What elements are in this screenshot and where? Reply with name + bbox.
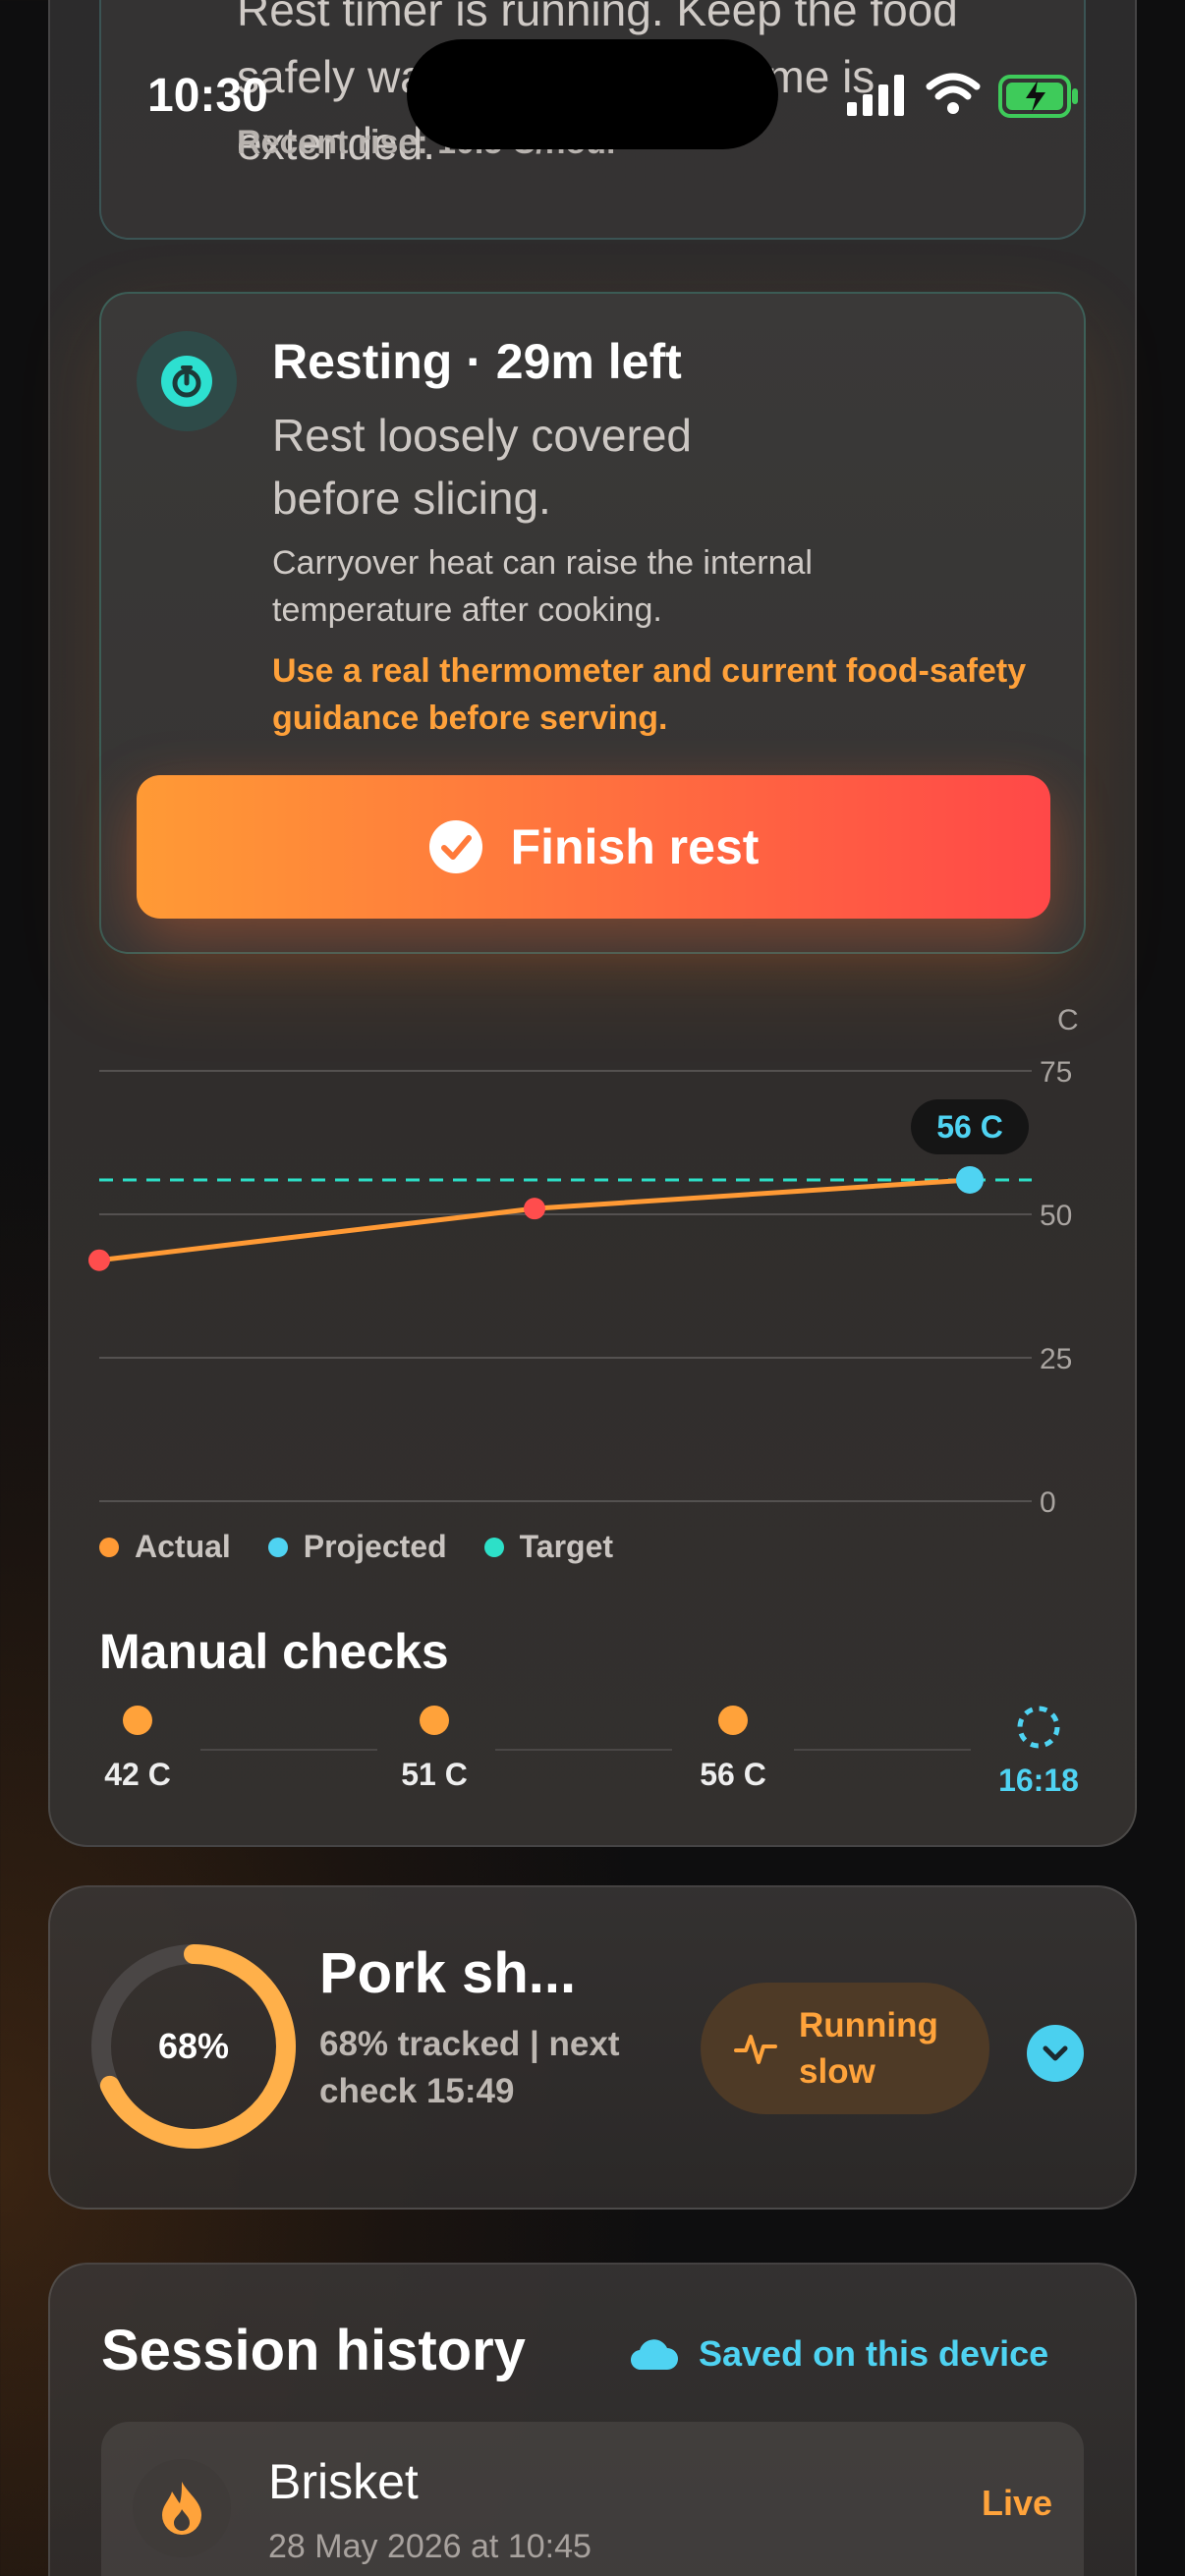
legend-target: Target <box>483 1529 613 1565</box>
safety-warning: Use a real thermometer and current food-… <box>272 652 1027 737</box>
flame-icon <box>133 2459 231 2557</box>
y-tick-label: 75 <box>1040 1056 1072 1089</box>
rest-subtitle: Rest loosely covered before slicing. <box>272 410 692 524</box>
check-value: 51 C <box>401 1757 468 1792</box>
check-item-1[interactable]: 42 C <box>79 1706 197 1793</box>
history-row[interactable]: Brisket 28 May 2026 at 10:45 Live <box>101 2422 1084 2576</box>
resting-panel: Resting · 29m left Rest loosely covered … <box>99 292 1086 954</box>
status-text: Running slow <box>799 2006 938 2091</box>
y-axis-label: C <box>1057 1004 1079 1036</box>
progress-label: 68% <box>157 2026 230 2066</box>
rest-title: Resting · 29m left <box>272 334 682 389</box>
check-connector <box>495 1749 672 1751</box>
projected-label: 56 C <box>936 1109 1003 1145</box>
timer-icon <box>137 331 237 431</box>
saved-indicator: Saved on this device <box>628 2333 1048 2375</box>
pulse-icon <box>734 2035 777 2064</box>
check-connector <box>200 1749 377 1751</box>
session-history-title: Session history <box>101 2319 526 2382</box>
projected-point <box>956 1165 984 1194</box>
y-tick-label: 50 <box>1040 1200 1072 1232</box>
next-check-time: 16:18 <box>998 1763 1079 1798</box>
history-status: Live <box>981 2483 1052 2523</box>
actual-point <box>524 1198 545 1220</box>
cook-subtitle: 68% tracked | next check 15:49 <box>319 2025 620 2110</box>
history-date: 28 May 2026 at 10:45 <box>268 2528 592 2565</box>
check-value: 56 C <box>700 1757 766 1792</box>
cook-title: Pork sh... <box>319 1941 577 2005</box>
rest-note: Carryover heat can raise the internal te… <box>272 544 813 629</box>
check-item-3[interactable]: 56 C <box>674 1706 792 1793</box>
history-name: Brisket <box>268 2454 419 2509</box>
chart-legend: Actual Projected Target <box>99 1529 613 1565</box>
pending-check-icon <box>1017 1706 1060 1749</box>
cook-summary-card[interactable]: 68% Pork sh... 68% tracked | next check … <box>48 1885 1137 2210</box>
y-tick-label: 0 <box>1040 1486 1056 1519</box>
finish-rest-label: Finish rest <box>510 819 760 874</box>
actual-point <box>88 1249 110 1271</box>
y-tick-label: 25 <box>1040 1343 1072 1375</box>
check-value: 42 C <box>104 1757 171 1792</box>
temperature-chart: C 75 50 25 0 56 C <box>88 1004 1079 1519</box>
recent-rise: Recent rise: 10.5 C/hour <box>237 124 620 161</box>
legend-projected: Projected <box>267 1529 447 1565</box>
actual-series-line <box>96 1177 973 1263</box>
cloud-icon <box>630 2339 678 2371</box>
saved-text: Saved on this device <box>699 2333 1049 2374</box>
check-item-2[interactable]: 51 C <box>375 1706 493 1793</box>
progress-ring: 68% <box>89 1942 298 2151</box>
rest-alert: Rest timer is running. Keep the food saf… <box>99 0 1086 240</box>
check-circle-icon <box>428 820 482 873</box>
next-check-item[interactable]: 16:18 <box>980 1706 1098 1799</box>
expand-button[interactable] <box>1027 2025 1084 2082</box>
manual-checks-title: Manual checks <box>99 1624 449 1679</box>
chevron-down-icon <box>1043 2045 1068 2061</box>
finish-rest-button[interactable]: Finish rest <box>137 775 1050 919</box>
running-slow-badge: Running slow <box>701 1983 989 2114</box>
session-history-card: Session history Saved on this device Bri… <box>48 2263 1137 2576</box>
check-connector <box>794 1749 971 1751</box>
legend-actual: Actual <box>99 1529 231 1565</box>
